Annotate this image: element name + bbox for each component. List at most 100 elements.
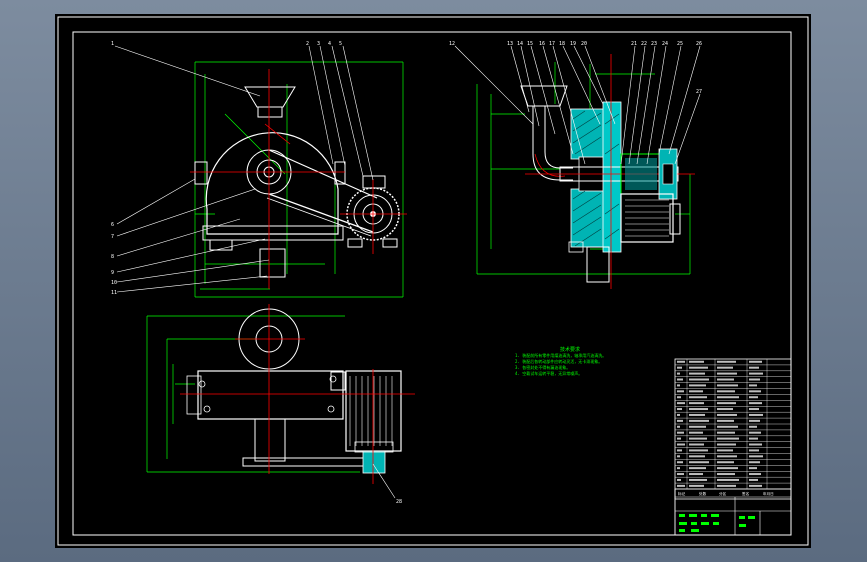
parts-list-cell-text bbox=[749, 366, 759, 369]
top-motor-body bbox=[345, 370, 402, 452]
parts-list-cell-text bbox=[717, 437, 739, 440]
parts-list-cell-text bbox=[677, 419, 683, 422]
notes-line: 1. 装配前所有零件用煤油清洗，轴承用汽油清洗。 bbox=[515, 352, 606, 358]
parts-list-cell-text bbox=[677, 478, 681, 481]
parts-list-cell-text bbox=[677, 384, 680, 387]
title-block[interactable]: 标记 处数 分区 签名 年月日 bbox=[674, 488, 792, 536]
parts-list-cell-text bbox=[717, 384, 738, 387]
parts-list-cell-text bbox=[677, 455, 680, 458]
parts-list-cell-text bbox=[689, 478, 707, 481]
parts-list-cell-text bbox=[677, 431, 684, 434]
parts-list-cell-text bbox=[677, 372, 680, 375]
motor-terminal-box bbox=[362, 175, 386, 189]
part-label: 21 bbox=[631, 41, 637, 47]
parts-list-cell-text bbox=[689, 449, 708, 452]
front-view-part-labels: 1 2 3 4 5 6 7 8 9 10 11 bbox=[111, 41, 342, 296]
parts-list-cell-text bbox=[689, 419, 709, 422]
parts-list-cell-text bbox=[717, 378, 734, 381]
parts-list-cell-text bbox=[677, 360, 685, 363]
parts-list-cell-text bbox=[749, 443, 762, 446]
parts-list[interactable] bbox=[674, 358, 792, 500]
side-motor-pulley bbox=[669, 203, 681, 235]
bearing-housing-fill bbox=[625, 158, 657, 190]
part-label: 1 bbox=[111, 41, 114, 47]
notes-line: 4. 空载试车运转平稳，无异常噪声。 bbox=[515, 370, 582, 376]
parts-list-cell-text bbox=[717, 360, 736, 363]
parts-list-cell-text bbox=[689, 384, 706, 387]
top-bolt-hole-left-2 bbox=[203, 405, 211, 413]
parts-list-cell-text bbox=[677, 473, 684, 476]
top-motor-pulley bbox=[362, 450, 386, 474]
parts-list-cell-text bbox=[689, 366, 708, 369]
parts-list-cell-text bbox=[677, 413, 680, 416]
parts-list-cell-text bbox=[749, 478, 758, 481]
parts-list-cell-text bbox=[749, 437, 758, 440]
part-label: 8 bbox=[111, 254, 114, 260]
parts-list-cell-text bbox=[689, 390, 703, 393]
parts-list-cell-text bbox=[717, 473, 735, 476]
part-label: 24 bbox=[662, 41, 668, 47]
part-label: 9 bbox=[111, 270, 114, 276]
parts-list-cell-text bbox=[749, 467, 757, 470]
parts-list-cell-text bbox=[717, 425, 738, 428]
parts-list-cell-text bbox=[717, 431, 735, 434]
top-belt bbox=[242, 457, 374, 467]
parts-list-cell-text bbox=[677, 378, 683, 381]
parts-list-cell-text bbox=[677, 449, 682, 452]
front-view[interactable] bbox=[190, 61, 407, 298]
parts-list-cell-text bbox=[749, 419, 760, 422]
parts-list-cell-text bbox=[749, 360, 762, 363]
title-block-label: 分区 bbox=[719, 491, 727, 496]
front-view-centerlines bbox=[190, 69, 407, 289]
motor-foot-left bbox=[347, 238, 363, 248]
part-label: 12 bbox=[449, 41, 455, 47]
parts-list-cell-text bbox=[717, 455, 737, 458]
parts-list-cell-text bbox=[689, 443, 704, 446]
parts-list-cell-text bbox=[717, 366, 733, 369]
parts-list-cell-text bbox=[749, 378, 760, 381]
part-label: 13 bbox=[507, 41, 513, 47]
parts-list-cell-text bbox=[677, 402, 685, 405]
parts-list-cell-text bbox=[677, 461, 683, 464]
outer-border bbox=[57, 16, 809, 546]
cad-viewport[interactable]: 1 2 3 4 5 6 7 8 9 10 11 12 13 14 15 16 1… bbox=[0, 0, 867, 562]
parts-list-cell-text bbox=[689, 431, 703, 434]
part-label: 6 bbox=[111, 222, 114, 228]
parts-list-cell-text bbox=[677, 390, 684, 393]
parts-list-cell-text bbox=[717, 484, 736, 487]
parts-list-cell-text bbox=[717, 390, 735, 393]
parts-list-cell-text bbox=[689, 396, 707, 399]
parts-list-cell-text bbox=[689, 402, 704, 405]
cad-drawing-canvas[interactable]: 1 2 3 4 5 6 7 8 9 10 11 12 13 14 15 16 1… bbox=[55, 14, 811, 548]
parts-list-cell-text bbox=[717, 402, 736, 405]
technical-requirements: 技术要求 1. 装配前所有零件用煤油清洗，轴承用汽油清洗。 2. 装配后各转动部… bbox=[515, 346, 606, 376]
front-view-leaders bbox=[114, 45, 374, 293]
part-label: 19 bbox=[570, 41, 576, 47]
parts-list-cell-text bbox=[749, 384, 757, 387]
part-label: 2 bbox=[306, 41, 309, 47]
parts-list-cell-text bbox=[689, 372, 705, 375]
top-bolt-hole-right-2 bbox=[327, 405, 335, 413]
side-section-view[interactable] bbox=[476, 54, 695, 289]
side-hopper bbox=[520, 85, 568, 107]
title-block-label: 标记 bbox=[678, 491, 686, 496]
part-label: 16 bbox=[539, 41, 545, 47]
top-housing bbox=[197, 370, 344, 420]
part-label: 18 bbox=[559, 41, 565, 47]
part-label: 27 bbox=[696, 89, 702, 95]
part-label: 22 bbox=[641, 41, 647, 47]
parts-list-cell-text bbox=[717, 461, 734, 464]
top-motor-fins bbox=[349, 376, 393, 446]
part-label: 17 bbox=[549, 41, 555, 47]
parts-list-cell-text bbox=[749, 425, 757, 428]
front-feet bbox=[209, 239, 233, 251]
title-block-green-marks bbox=[679, 514, 755, 532]
top-view[interactable] bbox=[146, 304, 415, 484]
parts-list-cell-text bbox=[677, 437, 681, 440]
drawing-sheet[interactable]: 1 2 3 4 5 6 7 8 9 10 11 12 13 14 15 16 1… bbox=[55, 14, 811, 548]
parts-list-cell-text bbox=[749, 449, 759, 452]
parts-list-cell-text bbox=[717, 467, 738, 470]
parts-list-cell-text bbox=[677, 443, 685, 446]
part-label: 26 bbox=[696, 41, 702, 47]
title-block-label: 签名 bbox=[742, 491, 750, 496]
